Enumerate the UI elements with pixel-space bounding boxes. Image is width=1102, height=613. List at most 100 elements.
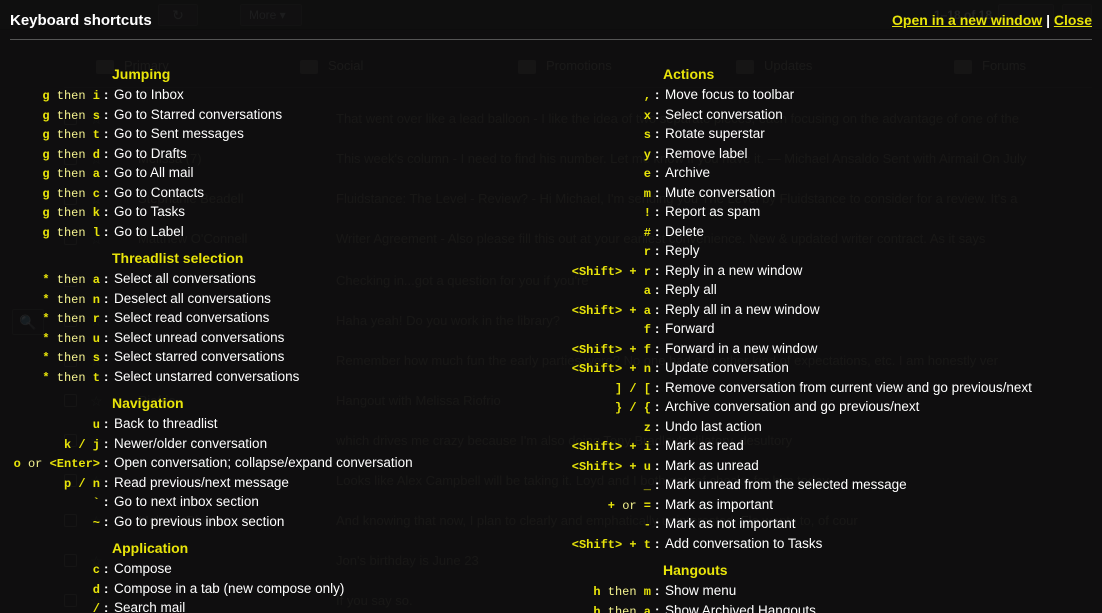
shortcut-row: m:Mute conversation (559, 184, 1094, 204)
colon: : (655, 476, 665, 495)
section-title: Hangouts (663, 562, 1094, 578)
shortcut-row: y:Remove label (559, 145, 1094, 165)
colon: : (655, 320, 665, 339)
shortcut-key: a (559, 282, 655, 301)
section-title: Application (112, 540, 543, 556)
shortcut-desc: Read previous/next message (114, 474, 543, 493)
left-column: Jumpingg then i:Go to Inboxg then s:Go t… (0, 50, 551, 613)
shortcut-desc: Forward in a new window (665, 340, 1094, 359)
shortcut-key: g then d (8, 146, 104, 165)
shortcut-desc: Compose (114, 560, 543, 579)
colon: : (104, 580, 114, 599)
shortcut-desc: Archive conversation and go previous/nex… (665, 398, 1094, 417)
shortcut-row: h then a:Show Archived Hangouts (559, 602, 1094, 613)
shortcut-desc: Search mail (114, 599, 543, 613)
colon: : (655, 418, 665, 437)
shortcut-key: g then s (8, 107, 104, 126)
shortcut-row: * then r:Select read conversations (8, 309, 543, 329)
colon: : (104, 203, 114, 222)
shortcut-desc: Reply in a new window (665, 262, 1094, 281)
colon: : (655, 582, 665, 601)
colon: : (104, 309, 114, 328)
shortcuts-overlay: Keyboard shortcuts Open in a new window … (0, 0, 1102, 613)
colon: : (655, 457, 665, 476)
shortcut-key: * then t (8, 369, 104, 388)
section-title: Actions (663, 66, 1094, 82)
shortcut-key: <Shift> + r (559, 263, 655, 282)
shortcut-key: * then r (8, 310, 104, 329)
shortcut-row: + or =:Mark as important (559, 496, 1094, 516)
shortcut-key: u (8, 416, 104, 435)
shortcut-desc: Archive (665, 164, 1094, 183)
shortcut-key: k / j (8, 436, 104, 455)
shortcut-row: _:Mark unread from the selected message (559, 476, 1094, 496)
shortcut-key: # (559, 224, 655, 243)
shortcut-desc: Go to Tasks (114, 203, 543, 222)
shortcut-key: o or <Enter> (8, 455, 104, 474)
colon: : (655, 184, 665, 203)
right-column: Actions,:Move focus to toolbarx:Select c… (551, 50, 1102, 613)
colon: : (655, 203, 665, 222)
colon: : (655, 281, 665, 300)
shortcut-key: <Shift> + n (559, 360, 655, 379)
shortcut-row: r:Reply (559, 242, 1094, 262)
shortcut-desc: Go to All mail (114, 164, 543, 183)
shortcut-row: /:Search mail (8, 599, 543, 613)
shortcut-desc: Select read conversations (114, 309, 543, 328)
shortcut-row: x:Select conversation (559, 106, 1094, 126)
colon: : (655, 340, 665, 359)
shortcut-row: h then m:Show menu (559, 582, 1094, 602)
shortcut-row: g then c:Go to Contacts (8, 184, 543, 204)
colon: : (104, 223, 114, 242)
shortcut-desc: Go to Starred conversations (114, 106, 543, 125)
shortcut-key: g then i (8, 87, 104, 106)
colon: : (655, 145, 665, 164)
colon: : (104, 513, 114, 532)
shortcut-key: <Shift> + i (559, 438, 655, 457)
shortcut-desc: Mute conversation (665, 184, 1094, 203)
shortcut-desc: Report as spam (665, 203, 1094, 222)
shortcut-key: z (559, 419, 655, 438)
shortcut-row: k / j:Newer/older conversation (8, 435, 543, 455)
section-title: Navigation (112, 395, 543, 411)
shortcut-row: * then a:Select all conversations (8, 270, 543, 290)
shortcut-row: e:Archive (559, 164, 1094, 184)
shortcut-desc: Compose in a tab (new compose only) (114, 580, 543, 599)
shortcut-desc: Mark as not important (665, 515, 1094, 534)
colon: : (104, 86, 114, 105)
colon: : (655, 602, 665, 613)
close-link[interactable]: Close (1054, 12, 1092, 28)
shortcut-desc: Show menu (665, 582, 1094, 601)
shortcut-key: g then t (8, 126, 104, 145)
shortcut-row: z:Undo last action (559, 418, 1094, 438)
shortcut-row: <Shift> + t:Add conversation to Tasks (559, 535, 1094, 555)
shortcut-row: <Shift> + n:Update conversation (559, 359, 1094, 379)
shortcut-key: * then n (8, 291, 104, 310)
shortcut-desc: Go to Inbox (114, 86, 543, 105)
shortcut-row: * then u:Select unread conversations (8, 329, 543, 349)
shortcut-row: <Shift> + i:Mark as read (559, 437, 1094, 457)
shortcut-desc: Move focus to toolbar (665, 86, 1094, 105)
shortcut-key: , (559, 87, 655, 106)
colon: : (655, 301, 665, 320)
shortcut-key: c (8, 561, 104, 580)
open-new-window-link[interactable]: Open in a new window (892, 12, 1042, 28)
shortcut-key: h then a (559, 603, 655, 613)
shortcut-desc: Go to previous inbox section (114, 513, 543, 532)
shortcut-columns: Jumpingg then i:Go to Inboxg then s:Go t… (0, 50, 1102, 613)
shortcut-row: -:Mark as not important (559, 515, 1094, 535)
shortcut-row: ,:Move focus to toolbar (559, 86, 1094, 106)
shortcut-row: <Shift> + u:Mark as unread (559, 457, 1094, 477)
shortcut-row: g then d:Go to Drafts (8, 145, 543, 165)
shortcut-row: <Shift> + f:Forward in a new window (559, 340, 1094, 360)
shortcut-key: ! (559, 204, 655, 223)
shortcut-desc: Remove conversation from current view an… (665, 379, 1094, 398)
colon: : (655, 106, 665, 125)
colon: : (104, 454, 114, 473)
link-separator: | (1046, 12, 1054, 28)
shortcut-row: ] / [:Remove conversation from current v… (559, 379, 1094, 399)
colon: : (104, 125, 114, 144)
colon: : (104, 270, 114, 289)
shortcut-desc: Mark unread from the selected message (665, 476, 1094, 495)
shortcut-desc: Mark as important (665, 496, 1094, 515)
